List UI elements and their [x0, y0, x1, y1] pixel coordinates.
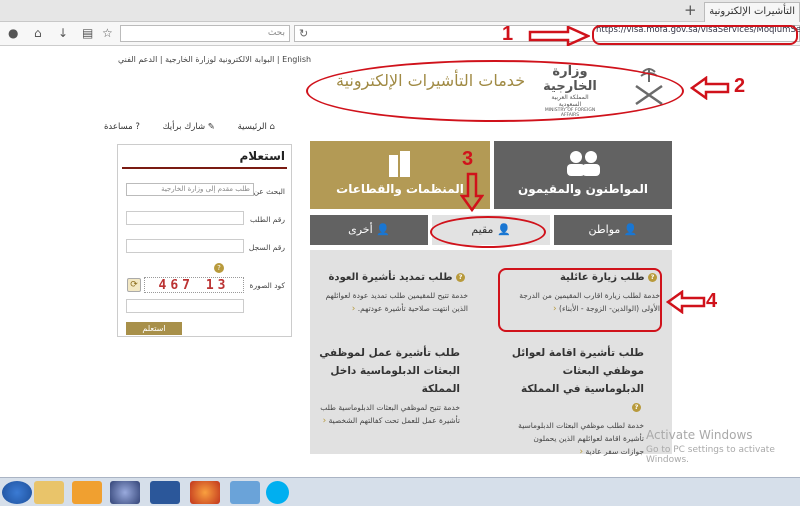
system-tray[interactable] — [706, 481, 796, 504]
new-tab-button[interactable]: + — [684, 1, 697, 19]
activate-windows-title: Activate Windows — [646, 428, 753, 442]
citizens-category-tile[interactable]: المواطنون والمقيمون — [494, 141, 672, 209]
service-title: طلب تمديد تأشيرة العودة — [328, 272, 453, 283]
nav-home-label: الرئيسية — [237, 122, 267, 132]
nav-help[interactable]: ? مساعدة — [94, 122, 140, 132]
citizens-category-label: المواطنون والمقيمون — [518, 182, 648, 196]
tab-other[interactable]: 👤 أخرى — [310, 215, 428, 245]
chat-icon[interactable]: ● — [8, 26, 18, 40]
reload-icon[interactable]: ↻ — [299, 27, 308, 40]
help-icon[interactable]: ? — [632, 402, 641, 412]
word-icon[interactable] — [150, 481, 180, 504]
tab-citizen[interactable]: 👤 مواطن — [554, 215, 672, 245]
nav-share-label: شارك برأيك — [162, 122, 206, 132]
top-links[interactable]: البوابة الالكترونية لوزارة الخارجية | ال… — [118, 55, 311, 64]
windows-taskbar — [0, 477, 800, 506]
captcha-image: 467 13 — [144, 277, 244, 293]
start-button[interactable] — [2, 481, 32, 504]
annotation-box-family-visit — [498, 268, 662, 332]
nav-home[interactable]: ⌂ الرئيسية — [228, 122, 275, 132]
browser-tab[interactable]: التأشيرات الإلكترونية — [704, 2, 800, 22]
nav-help-label: مساعدة — [103, 122, 133, 132]
browser-app-icon[interactable] — [110, 481, 140, 504]
annotation-number-2: 2 — [734, 75, 746, 97]
annotation-box-url — [592, 25, 798, 45]
refresh-captcha-icon[interactable]: ⟳ — [127, 278, 141, 292]
search-by-label: البحث عن — [253, 187, 285, 196]
chevron-left-icon[interactable]: ‹ — [579, 447, 583, 457]
captcha-label: كود الصورة — [249, 281, 285, 290]
record-no-label: رقم السجل — [248, 243, 285, 252]
annotation-ellipse-resident-tab — [430, 216, 546, 248]
request-no-input[interactable] — [126, 211, 244, 225]
bookmark-star-icon[interactable]: ☆ — [102, 26, 113, 40]
service-dip-work[interactable]: طلب تأشيرة عمل لموظفي البعثات الدبلوماسي… — [318, 344, 460, 428]
people-icon — [567, 151, 600, 176]
annotation-ellipse-header — [306, 60, 684, 122]
annotation-arrow-4 — [666, 290, 706, 314]
service-title: طلب تأشيرة عمل لموظفي البعثات الدبلوماسي… — [319, 347, 460, 395]
annotation-number-4: 4 — [706, 290, 718, 312]
annotation-arrow-3 — [460, 172, 484, 212]
download-icon[interactable]: ↓ — [58, 26, 68, 40]
service-dip-family[interactable]: طلب تأشيرة اقامة لعوائل موظفي البعثات ال… — [510, 344, 644, 459]
chevron-left-icon[interactable]: ‹ — [352, 304, 356, 314]
help-icon[interactable]: ? — [214, 263, 224, 273]
service-desc: خدمة تتيح للمقيمين طلب تمديد عودة لعوائل… — [325, 291, 468, 313]
app-icon[interactable] — [230, 481, 260, 504]
search-input[interactable]: بحث — [120, 25, 290, 42]
inquiry-submit-button[interactable]: استعلم — [126, 322, 182, 335]
search-by-select[interactable]: طلب مقدم إلى وزارة الخارجية — [126, 183, 254, 196]
chevron-left-icon[interactable]: ‹ — [323, 416, 327, 426]
help-icon[interactable]: ? — [456, 272, 465, 282]
inquiry-panel: استعلام البحث عن طلب مقدم إلى وزارة الخا… — [117, 144, 292, 337]
firefox-icon[interactable] — [190, 481, 220, 504]
tab-other-label: أخرى — [348, 223, 373, 236]
tab-citizen-label: مواطن — [588, 223, 621, 236]
service-desc: خدمة تتيح لموظفي البعثات الدبلوماسية طلب… — [320, 403, 460, 425]
annotation-arrow-2 — [690, 76, 730, 100]
nav-bar: ⌂ الرئيسية ✎ شارك برأيك ? مساعدة — [104, 122, 275, 132]
service-title: طلب تأشيرة اقامة لعوائل موظفي البعثات ال… — [511, 347, 644, 395]
building-icon — [389, 151, 410, 177]
home-icon[interactable]: ⌂ — [34, 26, 42, 40]
file-explorer-icon[interactable] — [34, 481, 64, 504]
service-reentry[interactable]: ? طلب تمديد تأشيرة العودة خدمة تتيح للمق… — [318, 270, 468, 316]
annotation-arrow-1 — [528, 26, 590, 46]
activate-windows-subtitle: Go to PC settings to activate Windows. — [646, 445, 775, 465]
clipboard-icon[interactable]: ▤ — [82, 26, 93, 40]
inquiry-title: استعلام — [239, 149, 286, 163]
skype-icon[interactable] — [266, 481, 289, 504]
media-player-icon[interactable] — [72, 481, 102, 504]
record-no-input[interactable] — [126, 239, 244, 253]
browser-tab-bar: + × التأشيرات الإلكترونية — [0, 0, 800, 22]
annotation-number-1: 1 — [502, 23, 514, 45]
nav-share[interactable]: ✎ شارك برأيك — [153, 122, 215, 132]
divider — [122, 167, 287, 169]
request-no-label: رقم الطلب — [250, 215, 285, 224]
captcha-input[interactable] — [126, 299, 244, 313]
annotation-number-3: 3 — [462, 148, 474, 170]
